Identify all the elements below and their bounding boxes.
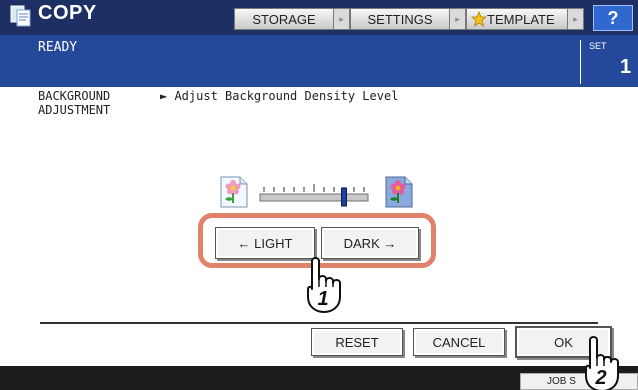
light-button-label: ← LIGHT [237, 235, 293, 251]
set-divider [580, 40, 581, 84]
settings-button[interactable]: SETTINGS [350, 8, 450, 30]
template-label: TEMPLATE [487, 11, 555, 27]
copy-icon [10, 5, 31, 27]
pointing-hand-icon: 1 [307, 257, 341, 313]
cancel-button[interactable]: CANCEL [413, 328, 505, 356]
set-label: SET [589, 41, 607, 51]
settings-label: SETTINGS [367, 11, 433, 27]
status-bar [0, 35, 638, 87]
pointing-hand-icon-2: 2 [585, 336, 619, 390]
section-label: BACKGROUND ADJUSTMENT [38, 89, 111, 117]
cancel-label: CANCEL [432, 334, 486, 350]
slider-marker [341, 187, 347, 207]
help-button[interactable]: ? [593, 5, 633, 31]
app-title: COPY [38, 2, 97, 24]
dark-button-label: DARK → [343, 235, 397, 251]
template-arrow-icon: ▸ [568, 8, 584, 30]
callout-2-number: 2 [594, 367, 606, 389]
reset-button[interactable]: RESET [311, 328, 403, 356]
callout-1-number: 1 [317, 288, 328, 310]
job-tab-label: JOB S [547, 376, 576, 387]
help-label: ? [607, 7, 619, 28]
storage-arrow-icon: ▸ [334, 8, 350, 30]
dark-flower-icon [385, 176, 413, 208]
status-text: READY [38, 40, 78, 55]
slider-track [259, 193, 369, 202]
star-icon [471, 11, 487, 27]
divider-line [40, 322, 598, 324]
density-slider[interactable] [258, 180, 370, 208]
description-text: ► Adjust Background Density Level [160, 89, 399, 103]
settings-arrow-icon: ▸ [450, 8, 466, 30]
light-flower-icon [220, 176, 248, 208]
dark-button[interactable]: DARK → [321, 227, 419, 259]
storage-button[interactable]: STORAGE [234, 8, 334, 30]
storage-label: STORAGE [252, 11, 316, 27]
reset-label: RESET [335, 334, 379, 350]
ok-label: OK [554, 334, 573, 350]
template-button[interactable]: TEMPLATE [466, 8, 568, 30]
light-button[interactable]: ← LIGHT [215, 227, 315, 259]
set-count: 1 [620, 56, 632, 78]
slider-ticks [263, 184, 365, 192]
